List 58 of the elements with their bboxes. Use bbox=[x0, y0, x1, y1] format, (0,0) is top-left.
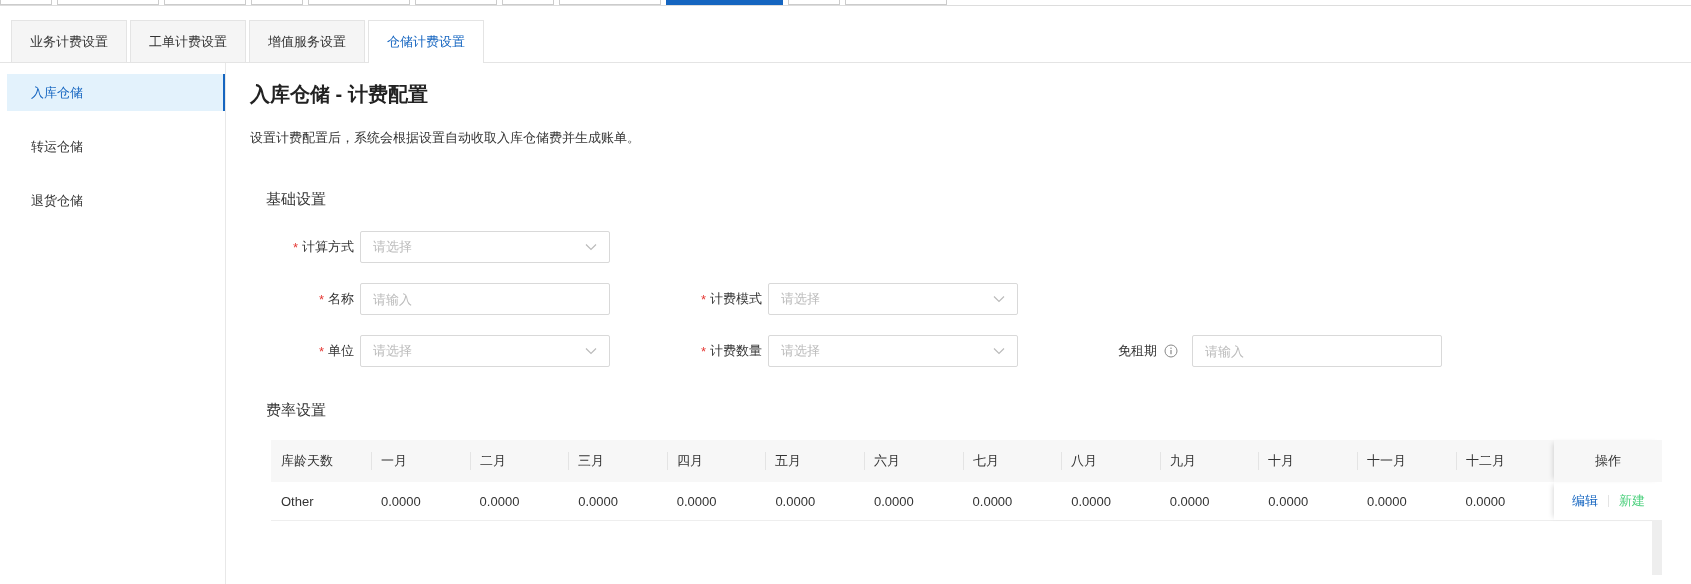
sidebar-item[interactable]: 转运仓储 bbox=[7, 128, 225, 165]
input-field[interactable]: 请输入 bbox=[360, 283, 610, 315]
table-cell-text: 0.0000 bbox=[774, 492, 817, 511]
table-cell-text: 0.0000 bbox=[577, 492, 619, 511]
section-heading: 基础设置 bbox=[266, 190, 327, 209]
field-label: 名称 bbox=[328, 290, 354, 308]
column-header: 五月 bbox=[765, 440, 864, 482]
column-header: 四月 bbox=[666, 440, 766, 482]
required-mark: * bbox=[318, 291, 324, 307]
table-cell-text: 0.0000 bbox=[1267, 492, 1310, 511]
required-mark: * bbox=[292, 239, 298, 255]
column-header: 十一月 bbox=[1356, 440, 1456, 482]
table-cell-text: 0.0000 bbox=[1464, 492, 1507, 511]
settings-tab[interactable]: 工单计费设置 bbox=[130, 20, 246, 62]
column-header: 九月 bbox=[1159, 440, 1259, 482]
field-label: 计费模式 bbox=[710, 290, 762, 308]
column-header: 十二月 bbox=[1455, 440, 1555, 482]
chevron-down-icon bbox=[993, 347, 1005, 355]
table-cell-text: 0.0000 bbox=[872, 492, 915, 511]
table-cell-text: 0.0000 bbox=[478, 492, 521, 511]
browser-tab[interactable] bbox=[666, 0, 783, 5]
input-field[interactable]: 请输入 bbox=[1192, 335, 1442, 367]
settings-tab[interactable]: 仓储计费设置 bbox=[368, 20, 484, 63]
column-header: 七月 bbox=[962, 440, 1062, 482]
required-mark: * bbox=[318, 343, 324, 359]
chevron-down-icon bbox=[993, 295, 1005, 303]
column-header: 一月 bbox=[371, 440, 470, 482]
field-label: 免租期 bbox=[1118, 342, 1157, 360]
description-text: 设置计费配置后，系统会根据设置自动收取入库仓储费并生成账单。 bbox=[250, 129, 641, 147]
settings-tab[interactable]: 业务计费设置 bbox=[11, 20, 127, 62]
column-header: 三月 bbox=[568, 440, 667, 482]
table-cell-text: 0.0000 bbox=[1070, 492, 1112, 511]
field-label: 单位 bbox=[328, 342, 354, 360]
settings-tab[interactable]: 增值服务设置 bbox=[249, 20, 365, 62]
column-header: 库龄天数 bbox=[280, 452, 334, 470]
table-cell-text: 0.0000 bbox=[1168, 492, 1211, 511]
required-mark: * bbox=[700, 291, 706, 307]
field-label: 计费数量 bbox=[710, 342, 762, 360]
column-header: 操作 bbox=[1554, 440, 1662, 482]
sidebar-item[interactable]: 入库仓储 bbox=[7, 74, 225, 111]
column-header: 六月 bbox=[863, 440, 963, 482]
field-label: 计算方式 bbox=[302, 238, 354, 256]
sidebar-item[interactable]: 退货仓储 bbox=[7, 182, 225, 219]
table-cell-text: Other bbox=[280, 492, 315, 511]
info-icon[interactable] bbox=[1164, 344, 1178, 358]
table-cell-text: 0.0000 bbox=[380, 492, 422, 511]
column-header: 十月 bbox=[1258, 440, 1357, 482]
table-cell-text: 0.0000 bbox=[1365, 492, 1408, 511]
page-title: 入库仓储 - 计费配置 bbox=[250, 82, 429, 107]
table-cell-text: 0.0000 bbox=[675, 492, 718, 511]
column-header: 八月 bbox=[1061, 440, 1160, 482]
action-link[interactable]: 编辑 bbox=[1571, 492, 1598, 510]
column-header: 二月 bbox=[469, 440, 569, 482]
required-mark: * bbox=[700, 343, 706, 359]
chevron-down-icon bbox=[585, 347, 597, 355]
section-heading: 费率设置 bbox=[266, 401, 327, 420]
chevron-down-icon bbox=[585, 243, 597, 251]
table-cell-text: 0.0000 bbox=[971, 492, 1014, 511]
